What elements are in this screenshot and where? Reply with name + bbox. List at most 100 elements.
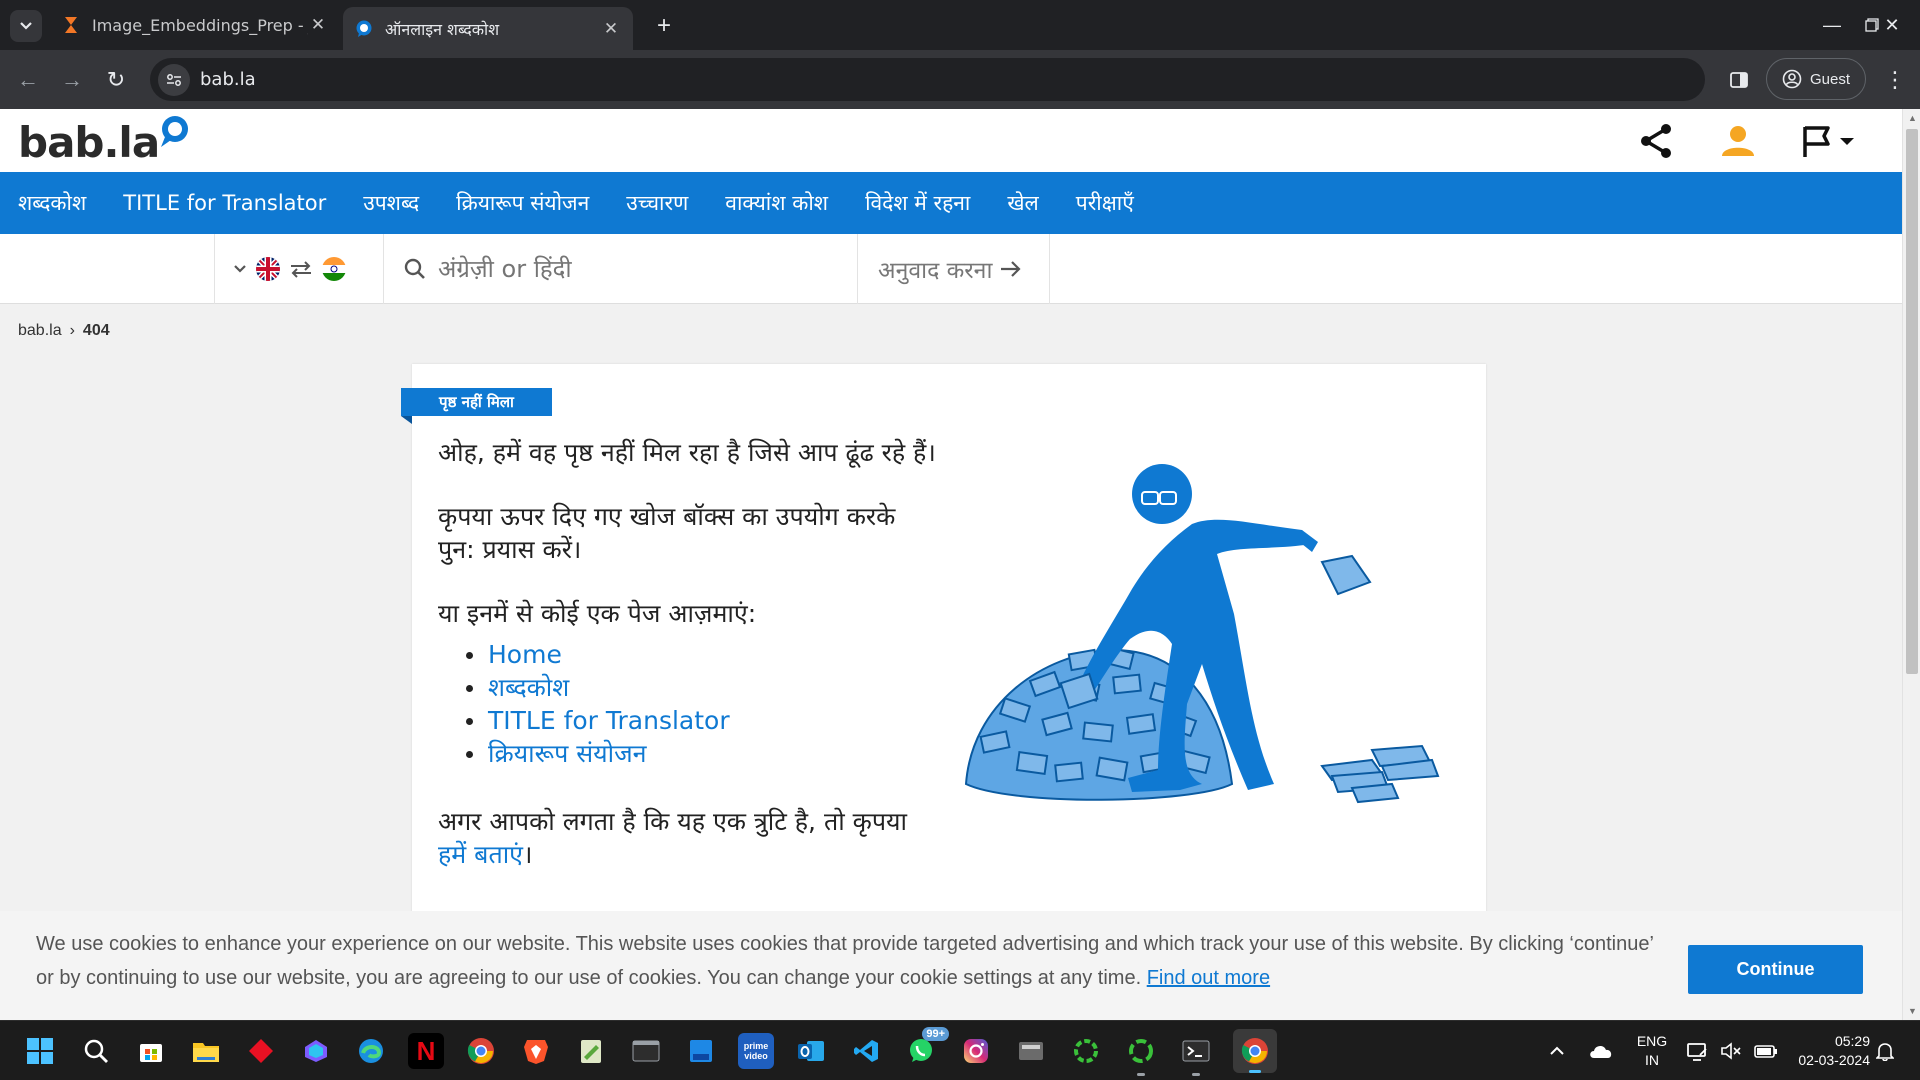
notification-bell-icon[interactable] bbox=[1876, 1021, 1894, 1080]
babla-logo[interactable]: bab.la bbox=[18, 113, 191, 171]
copilot-icon[interactable] bbox=[298, 1033, 334, 1069]
ring-app-icon[interactable] bbox=[1068, 1033, 1104, 1069]
outlook-icon[interactable] bbox=[793, 1033, 829, 1069]
minimize-window-icon[interactable]: — bbox=[1812, 10, 1852, 40]
nav-item-synonyms[interactable]: उपशब्द bbox=[363, 189, 419, 217]
nav-item-games[interactable]: खेल bbox=[1007, 189, 1038, 217]
notification-badge: 99+ bbox=[922, 1027, 949, 1041]
browser-tab-jupyter[interactable]: Image_Embeddings_Prep - Jupy ✕ bbox=[50, 7, 340, 43]
edge-icon[interactable] bbox=[353, 1033, 389, 1069]
searching-person-illustration bbox=[964, 464, 1440, 804]
calculator-icon[interactable] bbox=[1013, 1033, 1049, 1069]
tab-title: ऑनलाइन शब्दकोश bbox=[385, 19, 500, 39]
search-input[interactable] bbox=[438, 255, 838, 283]
scroll-down-icon[interactable]: ▼ bbox=[1908, 1006, 1917, 1016]
browser-tab-babla[interactable]: ऑनलाइन शब्दकोश ✕ bbox=[343, 7, 633, 50]
find-out-more-link[interactable]: Find out more bbox=[1147, 967, 1270, 989]
terminal-icon[interactable] bbox=[628, 1033, 664, 1069]
search-row: अनुवाद करना bbox=[0, 234, 1902, 304]
suggested-pages-lead: या इनमें से कोई एक पेज आज़माएं: bbox=[438, 599, 757, 628]
chevron-up-icon bbox=[1550, 1046, 1564, 1055]
close-tab-icon[interactable]: ✕ bbox=[601, 19, 621, 39]
breadcrumb-separator: › bbox=[69, 322, 75, 339]
vscode-icon[interactable] bbox=[848, 1033, 884, 1069]
close-window-icon[interactable]: ✕ bbox=[1872, 10, 1912, 40]
back-arrow-icon[interactable]: ← bbox=[12, 64, 44, 96]
share-icon[interactable] bbox=[1636, 121, 1676, 161]
page-not-found-tag: पृष्ठ नहीं मिला bbox=[401, 388, 552, 416]
swap-languages-icon[interactable] bbox=[289, 260, 313, 278]
error-paragraph-1: ओह, हमें वह पृष्ठ नहीं मिल रहा है जिसे आ… bbox=[438, 438, 936, 467]
nav-item-quizzes[interactable]: परीक्षाएँ bbox=[1076, 189, 1134, 217]
cookie-continue-button[interactable]: Continue bbox=[1688, 945, 1863, 994]
clock-date: 02-03-2024 bbox=[1798, 1052, 1870, 1068]
clock[interactable]: 05:29 02-03-2024 bbox=[1784, 1021, 1870, 1080]
link-home[interactable]: Home bbox=[488, 640, 562, 669]
language-flag-icon[interactable] bbox=[1800, 121, 1860, 161]
nav-item-dictionary[interactable]: शब्दकोश bbox=[18, 189, 86, 217]
link-translator[interactable]: TITLE for Translator bbox=[488, 706, 730, 735]
store-icon[interactable] bbox=[133, 1033, 169, 1069]
breadcrumb-home[interactable]: bab.la bbox=[18, 322, 62, 340]
nav-item-phrasebook[interactable]: वाक्यांश कोश bbox=[725, 189, 828, 217]
nav-item-conjugation[interactable]: क्रियारूप संयोजन bbox=[456, 189, 589, 217]
folder-blue-icon[interactable] bbox=[683, 1033, 719, 1069]
side-panel-icon[interactable] bbox=[1724, 65, 1754, 95]
app-red-icon[interactable] bbox=[243, 1033, 279, 1069]
ring-app-2-icon[interactable] bbox=[1123, 1033, 1159, 1076]
nav-item-pronunciation[interactable]: उच्चारण bbox=[626, 189, 688, 217]
link-conjugation[interactable]: क्रियारूप संयोजन bbox=[488, 739, 647, 768]
reload-icon[interactable]: ↻ bbox=[100, 64, 132, 96]
site-header: bab.la bbox=[0, 109, 1902, 172]
scroll-up-icon[interactable]: ▲ bbox=[1908, 113, 1917, 123]
battery-icon bbox=[1754, 1045, 1777, 1058]
netflix-icon[interactable]: N bbox=[408, 1033, 444, 1069]
brave-icon[interactable] bbox=[518, 1033, 554, 1069]
list-item: क्रियारूप संयोजन bbox=[462, 737, 938, 770]
nav-item-living-abroad[interactable]: विदेश में रहना bbox=[865, 189, 970, 217]
volume-muted-icon bbox=[1721, 1042, 1741, 1060]
site-info-icon[interactable] bbox=[158, 63, 190, 96]
language-label: ENG bbox=[1636, 1033, 1668, 1049]
forward-arrow-icon[interactable]: → bbox=[56, 64, 88, 96]
profile-button[interactable]: Guest bbox=[1766, 58, 1866, 100]
person-circle-icon bbox=[1782, 69, 1802, 89]
region-label: IN bbox=[1645, 1052, 1659, 1068]
translate-button[interactable]: अनुवाद करना bbox=[858, 234, 1050, 304]
system-status-icons[interactable] bbox=[1686, 1021, 1778, 1080]
more-menu-icon[interactable]: ⋮ bbox=[1880, 65, 1910, 95]
prime-video-icon[interactable]: prime video bbox=[738, 1033, 774, 1069]
close-tab-icon[interactable]: ✕ bbox=[308, 15, 328, 35]
link-dictionary[interactable]: शब्दकोश bbox=[488, 673, 569, 702]
browser-tab-bar: Image_Embeddings_Prep - Jupy ✕ ऑनलाइन शब… bbox=[0, 0, 1920, 50]
instagram-icon[interactable] bbox=[958, 1033, 994, 1069]
cmd-icon[interactable] bbox=[1178, 1033, 1214, 1076]
input-language-indicator[interactable]: ENG IN bbox=[1632, 1021, 1672, 1080]
whatsapp-icon[interactable]: 99+ bbox=[903, 1027, 949, 1069]
notepad-icon[interactable] bbox=[573, 1033, 609, 1069]
language-pair-selector[interactable] bbox=[214, 234, 384, 304]
file-explorer-icon[interactable] bbox=[188, 1033, 224, 1069]
tab-search-button[interactable] bbox=[10, 10, 42, 42]
new-tab-button[interactable]: + bbox=[650, 12, 678, 40]
error-paragraph-2: कृपया ऊपर दिए गए खोज बॉक्स का उपयोग करके… bbox=[438, 502, 896, 564]
chrome-active-icon[interactable] bbox=[1233, 1029, 1277, 1073]
india-flag-icon bbox=[322, 257, 346, 281]
scrollbar-thumb[interactable] bbox=[1906, 129, 1918, 674]
tab-title: Image_Embeddings_Prep - Jupy bbox=[92, 15, 308, 35]
user-account-icon[interactable] bbox=[1718, 121, 1758, 161]
report-error-link[interactable]: हमें बताएं bbox=[438, 840, 523, 869]
windows-start-icon[interactable] bbox=[22, 1033, 58, 1069]
address-bar[interactable]: bab.la bbox=[150, 58, 1705, 101]
page-scrollbar[interactable]: ▲ ▼ bbox=[1902, 109, 1920, 1020]
search-icon[interactable] bbox=[78, 1033, 114, 1069]
search-field[interactable] bbox=[384, 234, 858, 304]
show-hidden-icons[interactable] bbox=[1548, 1021, 1566, 1080]
list-item: शब्दकोश bbox=[462, 671, 938, 704]
nav-item-translator[interactable]: TITLE for Translator bbox=[123, 191, 326, 215]
chrome-icon[interactable] bbox=[463, 1033, 499, 1069]
tag-fold bbox=[401, 416, 412, 424]
breadcrumb: bab.la › 404 bbox=[18, 322, 110, 340]
arrow-right-icon bbox=[1001, 261, 1021, 277]
onedrive-icon[interactable] bbox=[1588, 1021, 1614, 1080]
